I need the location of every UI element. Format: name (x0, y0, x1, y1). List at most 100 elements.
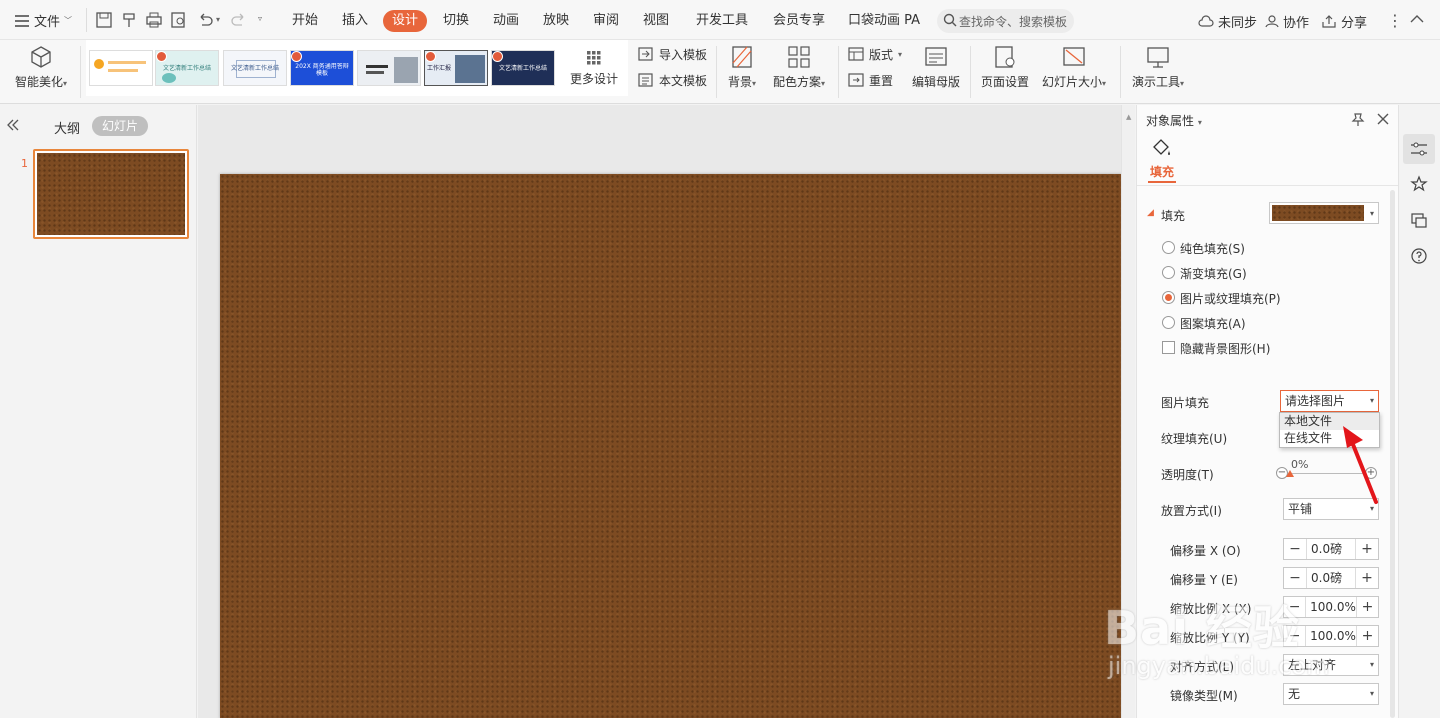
alignment-dropdown[interactable]: 左上对齐 ▾ (1283, 654, 1379, 676)
star-icon (1410, 175, 1428, 192)
undo-dropdown-icon[interactable]: ▾ (216, 15, 220, 24)
tab-pocket-animation[interactable]: 口袋动画 PA (848, 10, 920, 32)
tab-transitions[interactable]: 切换 (443, 10, 469, 32)
animation-tool-button[interactable] (1403, 169, 1435, 199)
fill-color-dropdown[interactable]: ▾ (1269, 202, 1379, 224)
transparency-value: 0% (1291, 458, 1309, 471)
import-template-icon (638, 47, 653, 61)
collaborate-button[interactable]: 协作 (1265, 11, 1309, 31)
this-template-button[interactable]: 本文模板 (638, 70, 707, 90)
picture-fill-dropdown[interactable]: 请选择图片 ▾ (1280, 390, 1379, 412)
properties-scrollbar[interactable] (1390, 190, 1395, 718)
picture-texture-fill-radio[interactable] (1162, 291, 1175, 304)
slide-thumbnail[interactable] (33, 149, 189, 239)
scale-x-stepper[interactable]: −100.0% + (1283, 596, 1379, 618)
layout-button[interactable]: 版式 ▾ (848, 44, 902, 64)
tab-developer[interactable]: 开发工具 (696, 10, 748, 32)
page-setup-button[interactable]: 页面设置 (978, 45, 1032, 90)
chevron-down-icon: ﹀ (64, 16, 73, 25)
collapse-ribbon-icon[interactable] (1410, 13, 1424, 25)
undo-icon[interactable] (196, 11, 214, 29)
menu-bar: 文件 ﹀ ▾ ▿ 开始 插入 设计 切换 动画 放映 审阅 视图 开发工具 会员… (0, 0, 1440, 40)
close-icon[interactable] (1376, 112, 1390, 126)
template-thumbnail-4[interactable]: 202X 商务通用答辩模板 (290, 50, 354, 86)
tab-outline[interactable]: 大纲 (54, 118, 80, 137)
save-icon[interactable] (95, 11, 113, 29)
redo-icon[interactable] (230, 11, 248, 29)
sync-button[interactable]: 未同步 (1198, 11, 1257, 31)
offset-x-value[interactable]: 0.0磅 (1306, 539, 1356, 559)
import-template-button[interactable]: 导入模板 (638, 44, 707, 64)
smart-beautify-button[interactable]: 智能美化▾ (12, 45, 70, 90)
template-thumbnail-6[interactable]: 工作汇报 (424, 50, 488, 86)
print-icon[interactable] (145, 11, 163, 29)
transparency-slider-thumb[interactable] (1286, 470, 1294, 477)
tab-design[interactable]: 设计 (383, 10, 427, 32)
file-menu[interactable]: 文件 ﹀ (14, 11, 72, 30)
reset-button[interactable]: 重置 (848, 70, 893, 90)
hide-background-checkbox[interactable] (1162, 341, 1175, 354)
scale-y-stepper[interactable]: −100.0% + (1283, 625, 1379, 647)
format-painter-icon[interactable] (120, 11, 138, 29)
template-thumbnail-7[interactable]: 文艺清新工作总结 (491, 50, 555, 86)
gradient-fill-radio[interactable] (1162, 266, 1175, 279)
offset-x-stepper[interactable]: −0.0磅 + (1283, 538, 1379, 560)
tab-animations[interactable]: 动画 (493, 10, 519, 32)
template-thumbnail-5[interactable] (357, 50, 421, 86)
template-thumbnail-1[interactable] (89, 50, 153, 86)
slide-canvas[interactable] (220, 174, 1123, 718)
offset-y-stepper[interactable]: −0.0磅 + (1283, 567, 1379, 589)
collapse-panel-icon[interactable] (6, 119, 20, 131)
tab-home[interactable]: 开始 (292, 10, 318, 32)
minus-icon[interactable]: − (1284, 626, 1305, 646)
template-thumbnail-2[interactable]: 文艺清新工作总结 (155, 50, 219, 86)
tab-review[interactable]: 审阅 (593, 10, 619, 32)
plus-icon[interactable]: + (1357, 626, 1378, 646)
tab-fill[interactable]: 填充 (1150, 163, 1174, 180)
canvas-scrollbar[interactable]: ▲ (1121, 105, 1135, 718)
command-search[interactable]: 查找命令、搜索模板 (937, 9, 1074, 33)
pin-icon[interactable] (1351, 112, 1365, 126)
template-thumbnail-3[interactable]: 文艺清新工作总结 (223, 50, 287, 86)
scroll-up-icon[interactable]: ▲ (1126, 113, 1131, 121)
slide-size-label: 幻灯片大小 (1041, 75, 1102, 89)
minus-icon[interactable]: − (1284, 568, 1306, 588)
tab-insert[interactable]: 插入 (342, 10, 368, 32)
slide-size-button[interactable]: 幻灯片大小▾ (1038, 45, 1110, 90)
background-label: 背景 (727, 75, 752, 89)
reset-label: 重置 (869, 73, 894, 88)
minus-icon[interactable]: − (1284, 539, 1306, 559)
color-scheme-button[interactable]: 配色方案▾ (770, 45, 828, 90)
presentation-tools-button[interactable]: 演示工具▾ (1128, 45, 1188, 90)
plus-icon[interactable]: + (1356, 568, 1378, 588)
scale-y-value[interactable]: 100.0% (1305, 626, 1357, 646)
plus-icon[interactable]: + (1357, 597, 1378, 617)
pattern-fill-radio[interactable] (1162, 316, 1175, 329)
more-options-icon[interactable]: ⋮ (1387, 11, 1403, 30)
mirror-type-dropdown[interactable]: 无 ▾ (1283, 683, 1379, 705)
properties-tool-button[interactable] (1403, 134, 1435, 164)
solid-fill-label: 纯色填充(S) (1180, 242, 1245, 256)
share-button[interactable]: 分享 (1321, 11, 1367, 31)
edit-master-button[interactable]: 编辑母版 (910, 45, 962, 90)
plus-icon[interactable]: + (1356, 539, 1378, 559)
tab-slideshow[interactable]: 放映 (543, 10, 569, 32)
tab-slides[interactable]: 幻灯片 (92, 116, 148, 136)
background-button[interactable]: 背景▾ (724, 45, 760, 90)
panel-title-dropdown[interactable]: 对象属性 ▾ (1146, 112, 1202, 129)
tab-member[interactable]: 会员专享 (773, 10, 825, 32)
import-template-label: 导入模板 (659, 47, 708, 62)
offset-y-value[interactable]: 0.0磅 (1306, 568, 1356, 588)
hamburger-icon (15, 14, 29, 27)
scale-x-value[interactable]: 100.0% (1305, 597, 1357, 617)
edit-master-icon (925, 47, 947, 66)
transition-tool-button[interactable] (1403, 205, 1435, 235)
customize-toolbar-icon[interactable]: ▿ (258, 14, 262, 23)
minus-icon[interactable]: − (1284, 597, 1305, 617)
more-designs-button[interactable]: 更多设计 (564, 50, 624, 87)
help-tool-button[interactable] (1403, 241, 1435, 271)
solid-fill-radio[interactable] (1162, 241, 1175, 254)
tab-view[interactable]: 视图 (643, 10, 669, 32)
section-collapse-icon[interactable]: ◢ (1147, 208, 1154, 218)
print-preview-icon[interactable] (170, 11, 188, 29)
